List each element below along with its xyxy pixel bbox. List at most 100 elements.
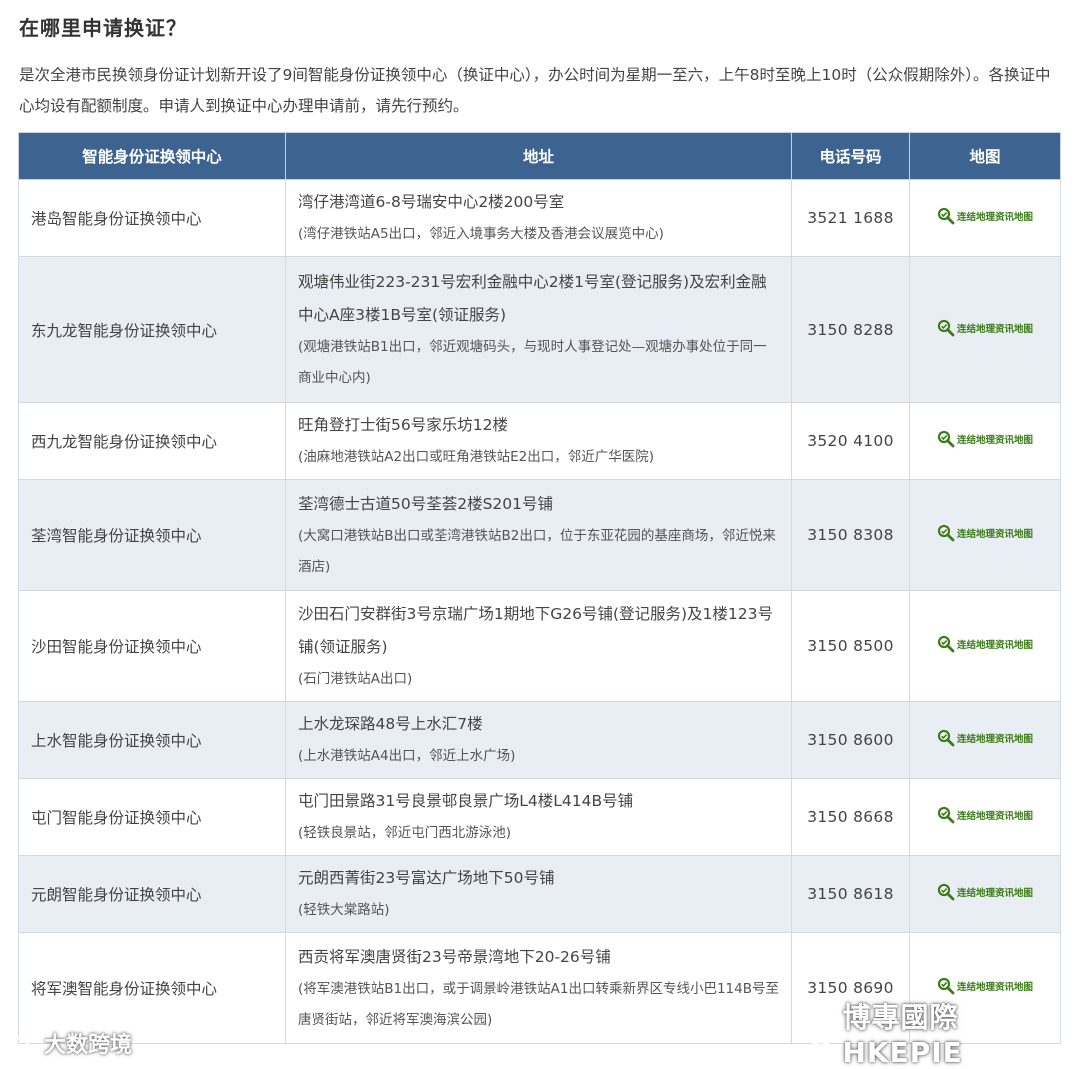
centre-phone: 3150 8618: [791, 855, 910, 933]
map-link-label: 连结地理资讯地图: [956, 734, 1033, 745]
address-note: (轻铁良景站，邻近屯门西北游泳池): [298, 825, 512, 841]
centre-address: 旺角登打士街56号家乐坊12楼 (油麻地港铁站A2出口或旺角港铁站E2出口，邻近广…: [285, 402, 792, 480]
address-text: 旺角登打士街56号家乐坊12楼: [298, 416, 508, 434]
centre-name: 荃湾智能身份证换领中心: [18, 479, 286, 591]
centre-name: 元朗智能身份证换领中心: [18, 855, 286, 933]
centre-name: 上水智能身份证换领中心: [18, 701, 286, 779]
map-cell: 连结地理资讯地图: [909, 701, 1061, 779]
centre-name: 沙田智能身份证换领中心: [18, 590, 286, 702]
address-text: 屯门田景路31号良景邨良景广场L4楼L414B号铺: [298, 792, 634, 810]
centre-phone: 3520 4100: [791, 402, 910, 480]
map-link-label: 连结地理资讯地图: [956, 982, 1033, 993]
map-link[interactable]: 连结地理资讯地图: [937, 806, 1033, 824]
centre-address: 上水龙琛路48号上水汇7楼 (上水港铁站A4出口，邻近上水广场): [285, 701, 792, 779]
map-link[interactable]: 连结地理资讯地图: [937, 729, 1033, 747]
page-title: 在哪里申请换证？: [19, 16, 187, 40]
map-link[interactable]: 连结地理资讯地图: [937, 635, 1033, 653]
map-link[interactable]: 连结地理资讯地图: [937, 207, 1033, 225]
address-note: (大窝口港铁站B出口或荃湾港铁站B2出口，位于东亚花园的基座商场，邻近悦来酒店): [298, 527, 776, 575]
magnifier-icon: [937, 729, 955, 747]
map-link-label: 连结地理资讯地图: [956, 811, 1033, 822]
address-text: 上水龙琛路48号上水汇7楼: [298, 715, 483, 733]
map-cell: 连结地理资讯地图: [909, 402, 1061, 480]
centre-address: 沙田石门安群街3号京瑞广场1期地下G26号铺(登记服务)及1楼123号铺(领证服…: [285, 590, 792, 702]
address-note: (湾仔港铁站A5出口，邻近入境事务大楼及香港会议展览中心): [298, 226, 664, 242]
centre-address: 荃湾德士古道50号荃荟2楼S201号铺 (大窝口港铁站B出口或荃湾港铁站B2出口，…: [285, 479, 792, 591]
magnifier-icon: [937, 207, 955, 225]
table-row: 沙田智能身份证换领中心 沙田石门安群街3号京瑞广场1期地下G26号铺(登记服务)及…: [18, 590, 1061, 702]
address-note: (观塘港铁站B1出口，邻近观塘码头，与现时人事登记处—观塘办事处位于同一商业中心…: [298, 338, 767, 386]
address-text: 湾仔港湾道6-8号瑞安中心2楼200号室: [298, 193, 565, 211]
centre-phone: 3521 1688: [791, 179, 910, 257]
map-link-label: 连结地理资讯地图: [956, 212, 1033, 223]
address-note: (将军澳港铁站B1出口，或于调景岭港铁站A1出口转乘新界区专线小巴114B号至唐…: [298, 980, 779, 1028]
map-link-label: 连结地理资讯地图: [956, 640, 1033, 651]
table-row: 屯门智能身份证换领中心 屯门田景路31号良景邨良景广场L4楼L414B号铺 (轻铁良…: [18, 778, 1061, 856]
centre-address: 屯门田景路31号良景邨良景广场L4楼L414B号铺 (轻铁良景站，邻近屯门西北游泳…: [285, 778, 792, 856]
table-row: 东九龙智能身份证换领中心 观塘伟业街223-231号宏利金融中心2楼1号室(登记服…: [18, 256, 1061, 403]
map-link-label: 连结地理资讯地图: [956, 529, 1033, 540]
address-note: (油麻地港铁站A2出口或旺角港铁站E2出口，邻近广华医院): [298, 449, 654, 465]
centre-phone: 3150 8600: [791, 701, 910, 779]
table-row: 西九龙智能身份证换领中心 旺角登打士街56号家乐坊12楼 (油麻地港铁站A2出口或旺…: [18, 402, 1061, 480]
intro-paragraph: 是次全港市民换领身份证计划新开设了9间智能身份证换领中心（换证中心），办公时间为…: [19, 66, 1051, 115]
address-text: 观塘伟业街223-231号宏利金融中心2楼1号室(登记服务)及宏利金融中心A座3…: [298, 272, 767, 324]
map-cell: 连结地理资讯地图: [909, 778, 1061, 856]
magnifier-icon: [937, 883, 955, 901]
watermark-right: 博專國際 HKEPIE: [796, 996, 1080, 1069]
map-link[interactable]: 连结地理资讯地图: [937, 883, 1033, 901]
table-row: 上水智能身份证换领中心 上水龙琛路48号上水汇7楼 (上水港铁站A4出口，邻近上水广…: [18, 701, 1061, 779]
address-note: (轻铁大棠路站): [298, 902, 390, 918]
wechat-logo-icon: [796, 1017, 833, 1046]
table-header-row: 智能身份证换领中心 地址 电话号码 地图: [18, 132, 1061, 180]
address-note: (石门港铁站A出口): [298, 670, 413, 687]
magnifier-icon: [937, 319, 955, 336]
weibo-logo-icon: [4, 1032, 36, 1055]
centres-table: 智能身份证换领中心 地址 电话号码 地图 港岛智能身份证换领中心 湾仔港湾道6-8…: [18, 132, 1061, 1044]
centre-address: 湾仔港湾道6-8号瑞安中心2楼200号室 (湾仔港铁站A5出口，邻近入境事务大楼及…: [285, 179, 792, 257]
table-row: 港岛智能身份证换领中心 湾仔港湾道6-8号瑞安中心2楼200号室 (湾仔港铁站A5出…: [18, 179, 1061, 257]
map-link[interactable]: 连结地理资讯地图: [937, 977, 1033, 995]
address-text: 元朗西菁街23号富达广场地下50号铺: [298, 869, 555, 887]
address-note: (上水港铁站A4出口，邻近上水广场): [298, 748, 516, 764]
map-cell: 连结地理资讯地图: [909, 590, 1061, 702]
address-text: 西贡将军澳唐贤街23号帝景湾地下20-26号铺: [298, 947, 611, 966]
map-link-label: 连结地理资讯地图: [956, 323, 1033, 335]
magnifier-icon: [937, 806, 955, 824]
map-link[interactable]: 连结地理资讯地图: [937, 430, 1033, 448]
address-text: 沙田石门安群街3号京瑞广场1期地下G26号铺(登记服务)及1楼123号铺(领证服…: [298, 604, 773, 656]
map-link-label: 连结地理资讯地图: [956, 888, 1033, 899]
centre-address: 元朗西菁街23号富达广场地下50号铺 (轻铁大棠路站): [285, 855, 792, 933]
centre-name: 西九龙智能身份证换领中心: [18, 402, 286, 480]
column-header-map: 地图: [909, 132, 1061, 180]
column-header-address: 地址: [285, 132, 792, 180]
watermark-left-text: 大数跨境: [44, 1033, 133, 1058]
address-text: 荃湾德士古道50号荃荟2楼S201号铺: [298, 494, 554, 513]
magnifier-icon: [937, 635, 955, 653]
watermark-left: 大数跨境: [4, 1027, 132, 1059]
centre-phone: 3150 8668: [791, 778, 910, 856]
table-body: 港岛智能身份证换领中心 湾仔港湾道6-8号瑞安中心2楼200号室 (湾仔港铁站A5出…: [18, 179, 1061, 1044]
table-row: 荃湾智能身份证换领中心 荃湾德士古道50号荃荟2楼S201号铺 (大窝口港铁站B出口…: [18, 479, 1061, 591]
centre-address: 观塘伟业街223-231号宏利金融中心2楼1号室(登记服务)及宏利金融中心A座3…: [285, 256, 792, 403]
column-header-centre: 智能身份证换领中心: [18, 132, 286, 180]
watermark-right-text: 博專國際 HKEPIE: [842, 1001, 963, 1069]
centre-phone: 3150 8308: [791, 479, 910, 591]
centre-name: 屯门智能身份证换领中心: [18, 778, 286, 856]
centre-name: 港岛智能身份证换领中心: [18, 179, 286, 257]
centre-phone: 3150 8500: [791, 590, 910, 702]
map-cell: 连结地理资讯地图: [909, 256, 1061, 403]
map-link[interactable]: 连结地理资讯地图: [937, 319, 1033, 337]
table-row: 元朗智能身份证换领中心 元朗西菁街23号富达广场地下50号铺 (轻铁大棠路站) 315…: [18, 855, 1061, 933]
column-header-phone: 电话号码: [791, 132, 910, 180]
map-link[interactable]: 连结地理资讯地图: [937, 524, 1033, 542]
centre-name: 东九龙智能身份证换领中心: [18, 256, 286, 403]
page: 在哪里申请换证？ 是次全港市民换领身份证计划新开设了9间智能身份证换领中心（换证…: [0, 0, 1080, 1069]
magnifier-icon: [937, 430, 955, 448]
map-cell: 连结地理资讯地图: [909, 479, 1061, 591]
map-cell: 连结地理资讯地图: [909, 179, 1061, 257]
magnifier-icon: [937, 524, 955, 542]
centre-phone: 3150 8288: [791, 256, 910, 403]
centre-address: 西贡将军澳唐贤街23号帝景湾地下20-26号铺 (将军澳港铁站B1出口，或于调景岭…: [285, 932, 792, 1044]
map-link-label: 连结地理资讯地图: [956, 435, 1033, 446]
